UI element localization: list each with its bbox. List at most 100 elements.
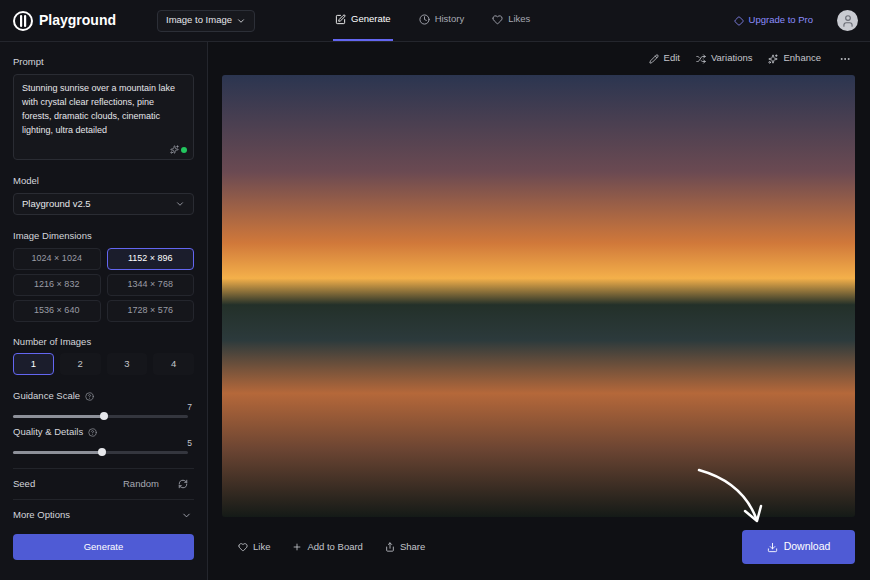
- download-button[interactable]: Download: [742, 530, 855, 564]
- slider-thumb[interactable]: [100, 412, 108, 420]
- dimension-option[interactable]: 1728 × 576: [107, 300, 195, 322]
- sidebar: Prompt Stunning sunrise over a mountain l…: [0, 42, 208, 580]
- refresh-icon[interactable]: [178, 479, 188, 489]
- toolbar-icon: [649, 54, 659, 64]
- prompt-label: Prompt: [13, 56, 194, 68]
- dimension-option[interactable]: 1152 × 896: [107, 248, 195, 270]
- upgrade-link[interactable]: Upgrade to Pro: [734, 13, 813, 27]
- toolbar-button[interactable]: Enhance: [768, 51, 821, 65]
- slider-track[interactable]: [13, 451, 188, 454]
- dimension-option[interactable]: 1536 × 640: [13, 300, 101, 322]
- action-label: Add to Board: [307, 540, 362, 554]
- dimensions-label: Image Dimensions: [13, 230, 194, 242]
- action-icon: [385, 542, 395, 552]
- chevron-down-icon: [175, 199, 185, 209]
- nav-tab-icon: [492, 14, 503, 25]
- more-options[interactable]: More Options: [13, 500, 194, 530]
- help-icon: [88, 428, 97, 437]
- main-area: Edit Variations Enhance Like Add to Board Sha…: [208, 42, 870, 580]
- slider-header: Quality & Details: [13, 426, 194, 438]
- body: Prompt Stunning sunrise over a mountain l…: [0, 42, 870, 580]
- logo[interactable]: Playground: [13, 10, 157, 31]
- slider-track[interactable]: [13, 415, 188, 418]
- nav-tab-label: Generate: [351, 12, 391, 26]
- toolbar-icon: [696, 54, 706, 64]
- toolbar-button[interactable]: Variations: [696, 51, 753, 65]
- action-icon: [238, 542, 248, 552]
- logo-icon: [13, 11, 33, 31]
- action-buttons: Like Add to Board Share: [222, 540, 425, 554]
- toolbar-label: Edit: [664, 51, 680, 65]
- dimension-option[interactable]: 1216 × 832: [13, 274, 101, 296]
- logo-text: Playground: [39, 10, 116, 31]
- nav-tab[interactable]: Generate: [333, 0, 393, 41]
- seed-label: Seed: [13, 477, 123, 491]
- toolbar-icon: [768, 54, 778, 64]
- model-value: Playground v2.5: [22, 197, 91, 211]
- prompt-enhance[interactable]: [170, 145, 187, 154]
- nav-tab-label: History: [435, 12, 465, 26]
- dimensions-section: Image Dimensions 1024 × 1024 1152 × 896 121…: [13, 230, 194, 322]
- annotation-arrow-icon: [0, 0, 870, 580]
- number-option[interactable]: 1: [13, 353, 54, 375]
- action-button[interactable]: Share: [385, 540, 425, 554]
- number-label: Number of Images: [13, 336, 194, 348]
- slider-fill: [13, 451, 102, 454]
- action-button[interactable]: Add to Board: [292, 540, 362, 554]
- sparkle-icon: [170, 145, 179, 154]
- slider-label: Guidance Scale: [13, 390, 80, 402]
- nav-tab[interactable]: History: [417, 0, 467, 41]
- user-icon: [841, 14, 855, 28]
- divider: [13, 499, 194, 500]
- nav-tab-icon: [419, 14, 430, 25]
- number-section: Number of Images 1234: [13, 336, 194, 375]
- slider-value: 7: [13, 402, 194, 412]
- header-left: Playground Image to Image: [0, 10, 333, 32]
- slider-value: 5: [13, 438, 194, 448]
- slider-thumb[interactable]: [98, 448, 106, 456]
- mode-dropdown[interactable]: Image to Image: [157, 10, 255, 32]
- nav-tab[interactable]: Likes: [490, 0, 532, 41]
- mode-dropdown-label: Image to Image: [166, 13, 232, 27]
- slider-label: Quality & Details: [13, 426, 83, 438]
- prompt-textarea[interactable]: Stunning sunrise over a mountain lake wi…: [13, 74, 194, 160]
- chevron-down-icon: [236, 16, 246, 26]
- nav-tab-label: Likes: [508, 12, 530, 26]
- app: Playground Image to Image Generate History L…: [0, 0, 870, 580]
- image-toolbar: Edit Variations Enhance: [222, 42, 855, 75]
- toolbar-button[interactable]: Edit: [649, 51, 680, 65]
- generated-image[interactable]: [222, 75, 855, 517]
- dimensions-grid: 1024 × 1024 1152 × 896 1216 × 832 1344 × 76…: [13, 248, 194, 322]
- toolbar-label: Variations: [711, 51, 753, 65]
- action-label: Like: [253, 540, 270, 554]
- help-icon: [85, 392, 94, 401]
- seed-value[interactable]: Random: [123, 477, 159, 491]
- avatar[interactable]: [837, 10, 858, 31]
- toolbar-label: Enhance: [783, 51, 821, 65]
- divider: [13, 468, 194, 469]
- diamond-icon: [734, 16, 744, 26]
- prompt-text: Stunning sunrise over a mountain lake wi…: [22, 81, 185, 137]
- number-option[interactable]: 3: [107, 353, 148, 375]
- chevron-down-icon: [181, 510, 192, 521]
- download-icon: [767, 542, 778, 553]
- number-option[interactable]: 2: [60, 353, 101, 375]
- model-select[interactable]: Playground v2.5: [13, 193, 194, 215]
- status-dot: [181, 147, 187, 153]
- slider-section: Guidance Scale7: [13, 390, 194, 418]
- dimension-option[interactable]: 1344 × 768: [107, 274, 195, 296]
- slider-section: Quality & Details5: [13, 426, 194, 454]
- more-options-label: More Options: [13, 508, 70, 522]
- dimension-option[interactable]: 1024 × 1024: [13, 248, 101, 270]
- more-icon[interactable]: [839, 53, 851, 65]
- header-right: Upgrade to Pro: [734, 10, 870, 31]
- action-bar: Like Add to Board Share Download: [222, 530, 855, 564]
- action-button[interactable]: Like: [238, 540, 270, 554]
- number-option[interactable]: 4: [153, 353, 194, 375]
- top-bar: Playground Image to Image Generate History L…: [0, 0, 870, 42]
- slider-fill: [13, 415, 104, 418]
- number-options: 1234: [13, 353, 194, 375]
- model-label: Model: [13, 175, 194, 187]
- seed-row: SeedRandom: [13, 469, 194, 499]
- generate-button[interactable]: Generate: [13, 534, 194, 560]
